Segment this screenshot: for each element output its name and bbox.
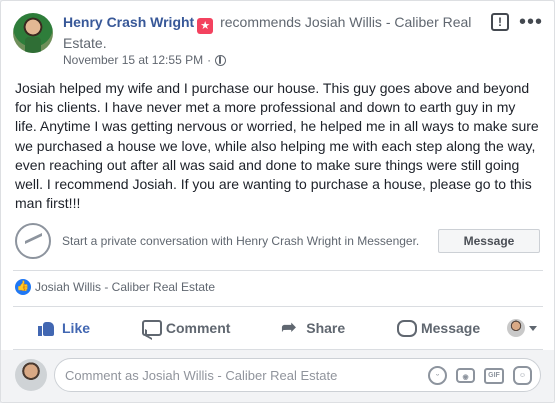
- share-label: Share: [306, 320, 346, 336]
- globe-icon[interactable]: [215, 54, 227, 66]
- post-meta: November 15 at 12:55 PM ·: [63, 53, 227, 67]
- liked-by-text[interactable]: Josiah Willis - Caliber Real Estate: [35, 280, 215, 294]
- comment-composer: Comment as Josiah Willis - Caliber Real …: [1, 350, 554, 402]
- page-avatar: [506, 319, 525, 337]
- gif-icon[interactable]: GIF: [484, 367, 504, 384]
- like-label: Like: [62, 320, 91, 336]
- thumbs-up-icon: [37, 319, 55, 337]
- meta-separator: ·: [207, 53, 212, 67]
- messenger-prompt-text: Start a private conversation with Henry …: [62, 234, 420, 248]
- recommendation-icon: ★: [197, 18, 214, 34]
- emoji-icon[interactable]: ᵕ: [428, 366, 447, 385]
- like-reaction-icon: 👍: [15, 279, 31, 295]
- comment-placeholder: Comment as Josiah Willis - Caliber Real …: [65, 368, 338, 383]
- action-text: recommends: [220, 14, 302, 30]
- camera-icon[interactable]: ◉: [456, 368, 475, 383]
- chevron-down-icon: [528, 325, 537, 331]
- post-header: Henry Crash Wright ★ recommends Josiah Wi…: [13, 11, 543, 71]
- messenger-icon: [15, 223, 51, 259]
- share-button[interactable]: Share: [257, 317, 369, 338]
- message-button[interactable]: Message: [438, 229, 540, 253]
- post-headline: Henry Crash Wright ★ recommends Josiah Wi…: [63, 13, 503, 53]
- comment-button[interactable]: Comment: [117, 319, 255, 337]
- recommendation-post: Henry Crash Wright ★ recommends Josiah Wi…: [0, 0, 555, 403]
- comment-tools: ᵕ ◉ GIF ☺: [428, 366, 532, 385]
- report-icon[interactable]: !: [490, 13, 509, 31]
- comment-label: Comment: [165, 320, 231, 336]
- divider: [13, 270, 543, 271]
- reactions-summary[interactable]: 👍 Josiah Willis - Caliber Real Estate: [15, 279, 215, 295]
- author-name[interactable]: Henry Crash Wright: [63, 14, 194, 30]
- post-timestamp[interactable]: November 15 at 12:55 PM: [63, 53, 203, 67]
- post-body: Josiah helped my wife and I purchase our…: [15, 80, 539, 212]
- messenger-prompt: Start a private conversation with Henry …: [15, 221, 540, 261]
- message-icon: [396, 319, 417, 337]
- divider: [13, 306, 543, 307]
- more-options-icon[interactable]: •••: [519, 12, 543, 32]
- author-avatar[interactable]: [13, 13, 53, 53]
- post-options: ! •••: [490, 12, 543, 32]
- message-label: Message: [420, 320, 481, 336]
- share-icon: [281, 317, 299, 338]
- post-actions: Like Comment Share Message: [13, 311, 543, 345]
- comment-icon: [141, 319, 162, 337]
- sticker-icon[interactable]: ☺: [513, 366, 532, 385]
- send-message-button[interactable]: Message: [372, 319, 504, 337]
- commenter-avatar: [15, 359, 47, 391]
- react-as-selector[interactable]: [506, 319, 543, 337]
- comment-input[interactable]: Comment as Josiah Willis - Caliber Real …: [54, 358, 541, 392]
- like-button[interactable]: Like: [13, 319, 114, 337]
